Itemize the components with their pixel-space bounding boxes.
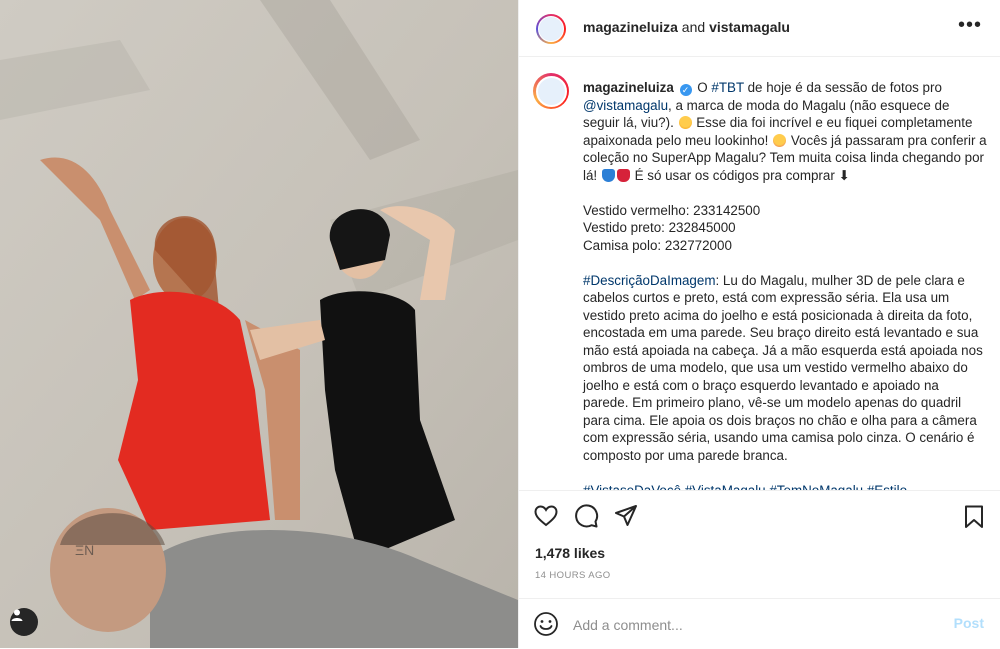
image-description: : Lu do Magalu, mulher 3D de pele clara … [583,272,983,463]
post-authors: magazineluiza and vistamagalu [583,19,790,35]
hashtag-link[interactable]: #TBT [711,80,744,95]
emoji-picker-icon[interactable] [533,611,559,637]
post-actions: 1,478 likes 14 HOURS AGO [519,490,1000,614]
mention-link[interactable]: @vistamagalu [583,98,668,113]
caption-scroll-area[interactable]: magazineluiza ✓ O #TBT de hoje é da sess… [519,57,1000,490]
instagram-post: ΞN magazineluiza and vistamagalu ••• mag… [0,0,1000,648]
caption-text: O [693,80,712,95]
heart-eyes-emoji-icon [678,116,692,129]
likes-count[interactable]: 1,478 likes [535,545,605,561]
caption-text: É só usar os códigos pra comprar ⬇ [630,167,850,183]
caption-username[interactable]: magazineluiza [583,80,674,95]
comment-box: Post [519,598,1000,649]
author-username[interactable]: magazineluiza [583,19,678,35]
verified-badge-icon: ✓ [679,84,692,96]
post-timestamp[interactable]: 14 HOURS AGO [535,570,611,581]
coauthor-username[interactable]: vistamagalu [709,19,790,35]
comment-input[interactable] [571,613,935,637]
author-joiner: and [677,19,710,35]
user-icon [11,609,23,621]
caption-text: de hoje é da sessão de fotos pro [743,80,942,95]
post-details-panel: magazineluiza and vistamagalu ••• magazi… [518,0,1000,648]
post-caption: magazineluiza ✓ O #TBT de hoje é da sess… [583,79,987,490]
tagged-users-button[interactable] [10,608,38,636]
smiling-hearts-emoji-icon [773,133,787,147]
blue-heart-emoji-icon [601,168,615,182]
post-header: magazineluiza and vistamagalu ••• [519,0,1000,57]
post-comment-button[interactable]: Post [954,615,984,631]
hashtags-line[interactable]: #VistaseDaVocê #VistaMagalu #TemNoMagalu… [583,482,987,491]
product-code: Vestido preto: 232845000 [583,220,736,235]
heart-icon[interactable] [533,503,559,529]
photo-illustration: ΞN [0,0,518,648]
product-code: Vestido vermelho: 233142500 [583,202,761,218]
product-code: Camisa polo: 232772000 [583,237,732,253]
red-dress-emoji-icon [616,168,630,182]
ellipsis-icon: ••• [957,14,982,36]
hashtag-link[interactable]: #DescriçãoDaImagem [583,273,715,288]
share-icon[interactable] [613,503,639,529]
bookmark-icon[interactable] [962,504,986,530]
caption-avatar[interactable] [533,73,569,109]
avatar[interactable] [536,14,566,44]
svg-text:ΞN: ΞN [75,542,94,558]
more-options-button[interactable]: ••• [957,14,982,36]
comment-icon[interactable] [573,503,599,529]
post-photo[interactable]: ΞN [0,0,518,648]
